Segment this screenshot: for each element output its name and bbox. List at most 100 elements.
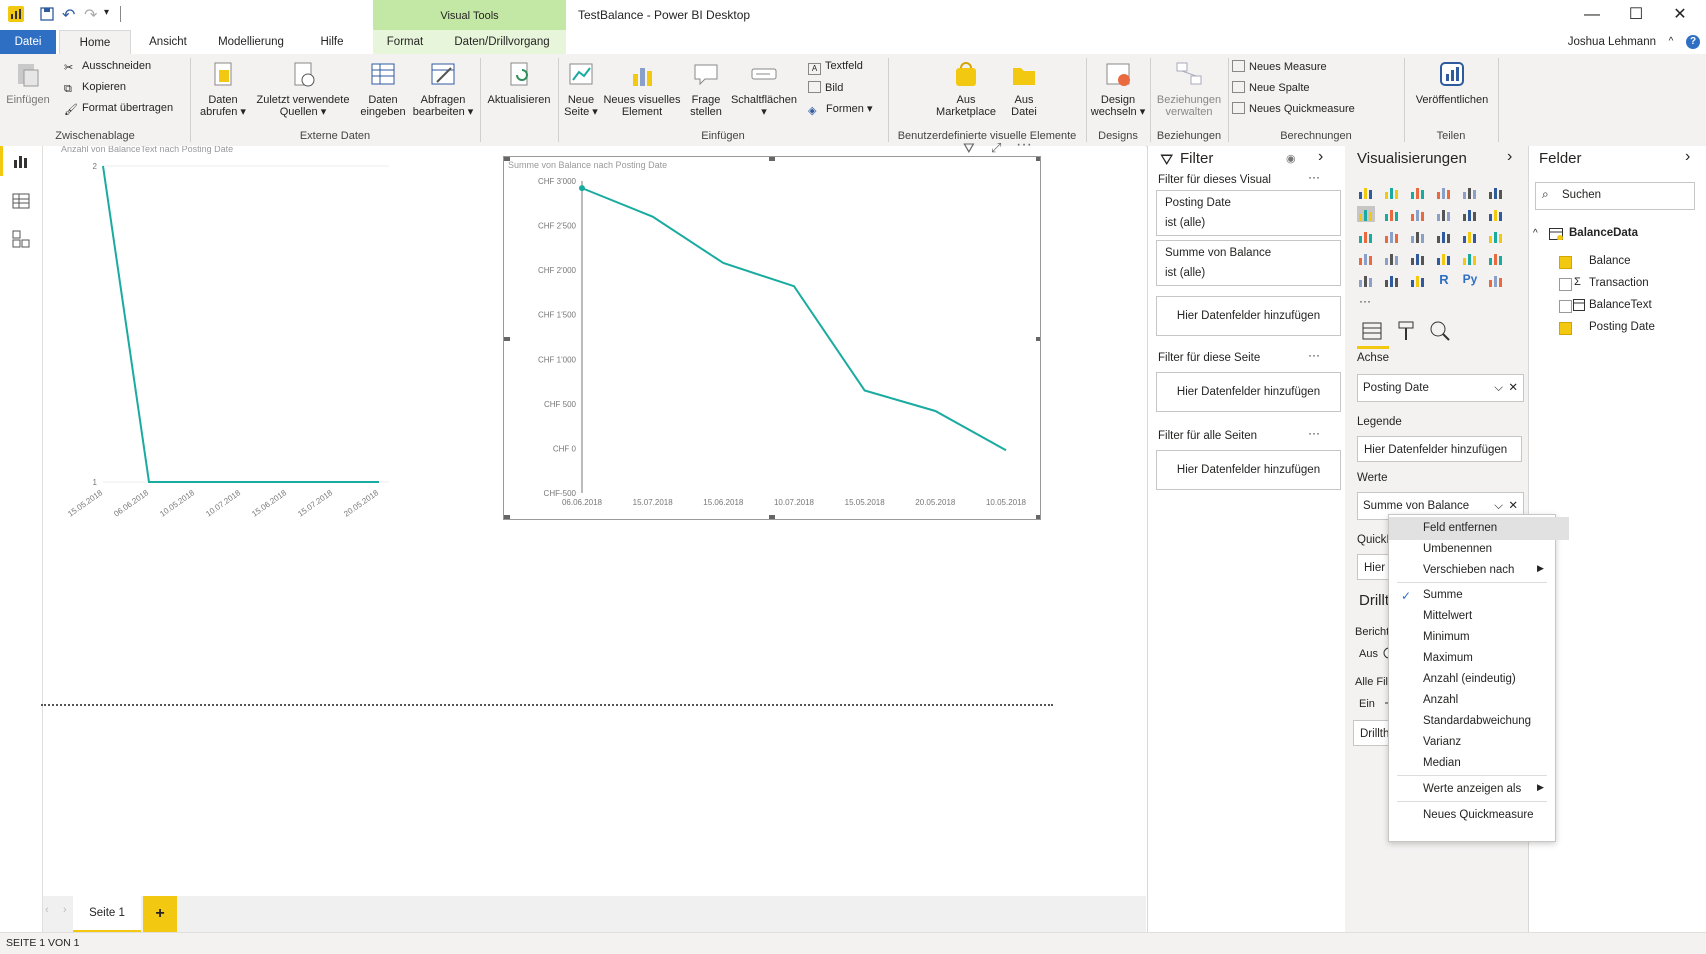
collapse-ribbon-icon[interactable]: ^ [1664, 30, 1678, 54]
switch-theme-button[interactable]: Designwechseln ▾ [1090, 60, 1146, 118]
r-visual-icon[interactable]: R [1435, 272, 1453, 288]
menu-rename[interactable]: Umbenennen [1389, 538, 1569, 561]
add-page-button[interactable]: + [143, 896, 177, 932]
visual-type-icon[interactable] [1409, 250, 1427, 266]
visual-type-icon[interactable] [1461, 228, 1479, 244]
enter-data-button[interactable]: Dateneingeben [358, 60, 408, 118]
filter-card-posting-date[interactable]: Posting Date ist (alle) [1156, 190, 1341, 236]
resize-handle[interactable] [504, 337, 510, 341]
chevron-down-icon[interactable]: ⌵ [1494, 375, 1503, 401]
recent-sources-button[interactable]: Zuletzt verwendeteQuellen ▾ [250, 60, 356, 118]
edit-queries-button[interactable]: Abfragenbearbeiten ▾ [410, 60, 476, 118]
visual-type-icon[interactable] [1383, 228, 1401, 244]
visual-type-icon[interactable] [1435, 228, 1453, 244]
manage-relationships-button[interactable]: Beziehungenverwalten [1152, 60, 1226, 118]
visual-type-icon[interactable] [1487, 228, 1505, 244]
new-measure-button[interactable]: Neues Measure [1232, 60, 1327, 73]
field-balancetext[interactable]: BalanceText [1589, 299, 1652, 311]
visual-type-icon[interactable] [1409, 184, 1427, 200]
visual-type-icon[interactable] [1357, 206, 1375, 222]
table-name[interactable]: BalanceData [1569, 227, 1638, 239]
resize-handle[interactable] [1036, 157, 1040, 161]
chart2-series-line[interactable] [582, 188, 1006, 450]
visual-type-icon[interactable] [1487, 272, 1505, 288]
field-checkbox-balancetext[interactable] [1559, 300, 1572, 313]
next-page-icon[interactable]: › [63, 904, 67, 916]
visual-type-icon[interactable] [1435, 206, 1453, 222]
filter-add-visual-field[interactable]: Hier Datenfelder hinzufügen [1156, 296, 1341, 336]
data-view-icon[interactable] [12, 192, 30, 210]
menu-average[interactable]: Mittelwert [1389, 605, 1569, 628]
collapse-table-icon[interactable]: ^ [1533, 228, 1538, 239]
focus-mode-icon[interactable]: ⤢ [991, 140, 1001, 156]
menu-count-distinct[interactable]: Anzahl (eindeutig) [1389, 668, 1569, 691]
field-posting-date[interactable]: Posting Date [1589, 321, 1655, 333]
tab-drill[interactable]: Daten/Drillvorgang [446, 30, 558, 54]
new-page-button[interactable]: NeueSeite ▾ [560, 60, 602, 118]
refresh-button[interactable]: Aktualisieren [484, 60, 554, 106]
more-visuals-icon[interactable]: ··· [1359, 294, 1371, 308]
field-checkbox-transaction[interactable] [1559, 278, 1572, 291]
remove-field-icon[interactable]: ✕ [1508, 375, 1518, 401]
more-options-icon[interactable]: ··· [1016, 136, 1032, 154]
visual-type-icon[interactable] [1383, 272, 1401, 288]
fields-tab-icon[interactable] [1361, 320, 1383, 342]
tab-file[interactable]: Datei [0, 30, 56, 54]
tab-format[interactable]: Format [380, 30, 430, 54]
collapse-filter-icon[interactable]: › [1318, 148, 1323, 166]
from-file-button[interactable]: AusDatei [1004, 60, 1044, 118]
visual-type-icon[interactable] [1461, 184, 1479, 200]
axis-well[interactable]: Posting Date ⌵ ✕ [1357, 374, 1524, 402]
visual-type-icon[interactable] [1435, 250, 1453, 266]
format-painter-button[interactable]: 🖌Format übertragen [64, 102, 173, 115]
tab-modeling[interactable]: Modellierung [208, 30, 294, 54]
line-chart-count[interactable]: Anzahl von BalanceText nach Posting Date… [59, 146, 429, 526]
visual-type-icon[interactable] [1357, 250, 1375, 266]
filter-all-more-icon[interactable]: ··· [1308, 426, 1320, 440]
menu-stdev[interactable]: Standardabweichung [1389, 710, 1569, 733]
chart1-series-line[interactable] [103, 166, 379, 482]
resize-handle[interactable] [1036, 515, 1040, 519]
marketplace-button[interactable]: AusMarketplace [928, 60, 1004, 118]
tab-help[interactable]: Hilfe [310, 30, 354, 54]
paste-button[interactable]: Einfügen [6, 60, 50, 106]
legend-well[interactable]: Hier Datenfelder hinzufügen [1357, 436, 1522, 462]
filter-add-all-field[interactable]: Hier Datenfelder hinzufügen [1156, 450, 1341, 490]
report-view-icon[interactable] [12, 152, 30, 170]
visual-type-icon[interactable] [1435, 184, 1453, 200]
customize-toolbar-icon[interactable]: ▾ [104, 7, 109, 18]
maximize-button[interactable]: ☐ [1614, 4, 1658, 26]
collapse-fields-icon[interactable]: › [1685, 148, 1690, 166]
visual-type-icon[interactable] [1383, 250, 1401, 266]
visual-type-icon[interactable] [1409, 206, 1427, 222]
visual-type-icon[interactable] [1487, 206, 1505, 222]
resize-handle[interactable] [504, 515, 510, 519]
filter-page-more-icon[interactable]: ··· [1308, 348, 1320, 362]
user-name[interactable]: Joshua Lehmann [1544, 30, 1656, 54]
resize-handle[interactable] [769, 157, 775, 161]
field-checkbox-posting-date[interactable] [1559, 322, 1572, 335]
visual-type-icon[interactable] [1487, 250, 1505, 266]
filter-visual-icon[interactable]: ⛛ [963, 140, 975, 157]
undo-icon[interactable]: ↶ [62, 5, 75, 25]
menu-sum[interactable]: Summe [1389, 584, 1569, 607]
report-canvas[interactable]: Anzahl von BalanceText nach Posting Date… [43, 146, 1146, 902]
model-view-icon[interactable] [12, 230, 30, 248]
resize-handle[interactable] [1036, 337, 1040, 341]
visual-type-icon[interactable] [1461, 250, 1479, 266]
menu-new-quickmeasure[interactable]: Neues Quickmeasure [1389, 804, 1569, 827]
menu-median[interactable]: Median [1389, 752, 1569, 775]
chart2-point[interactable] [579, 185, 585, 191]
menu-minimum[interactable]: Minimum [1389, 626, 1569, 649]
shapes-button[interactable]: ◈Formen ▾ [808, 102, 872, 116]
buttons-button[interactable]: Schaltflächen▾ [728, 60, 800, 118]
fields-search-box[interactable]: ⌕ Suchen [1535, 182, 1695, 210]
menu-count[interactable]: Anzahl [1389, 689, 1569, 712]
publish-button[interactable]: Veröffentlichen [1408, 60, 1496, 106]
help-icon[interactable]: ? [1686, 35, 1700, 49]
copy-button[interactable]: ⧉Kopieren [64, 81, 126, 95]
save-icon[interactable] [40, 7, 54, 21]
analytics-icon[interactable] [1429, 320, 1451, 342]
visual-type-icon[interactable] [1383, 206, 1401, 222]
field-checkbox-balance[interactable] [1559, 256, 1572, 269]
